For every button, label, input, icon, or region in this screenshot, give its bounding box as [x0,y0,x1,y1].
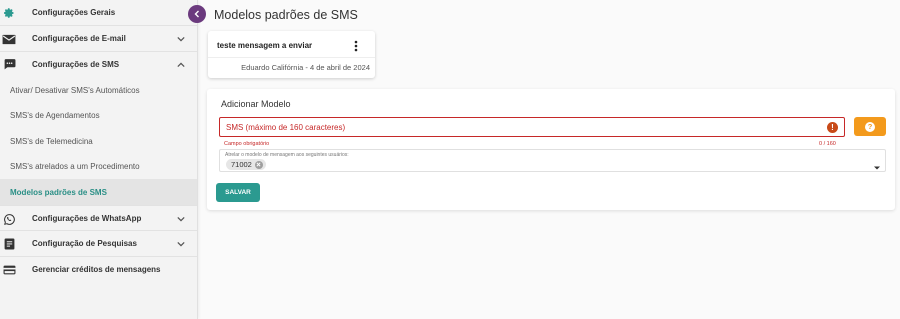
page-title: Modelos padrões de SMS [214,8,358,22]
template-card-title: teste mensagem a enviar [217,41,313,50]
sidebar-item-email[interactable]: Configurações de E-mail [0,26,197,52]
sidebar-subitem-label: Modelos padrões de SMS [10,187,107,197]
template-card-meta: Eduardo Califórnia - 4 de abril de 2024 [241,63,370,72]
sidebar-item-whatsapp[interactable]: Configurações de WhatsApp [0,205,197,231]
sidebar-item-surveys[interactable]: Configuração de Pesquisas [0,231,197,257]
sms-input[interactable]: SMS (máximo de 160 caracteres) ! [219,117,845,137]
sidebar: Configurações Gerais Configurações de E-… [0,0,198,319]
sidebar-subitem-telemedicine-sms[interactable]: SMS's de Telemedicina [0,128,197,154]
sidebar-subitem-scheduling-sms[interactable]: SMS's de Agendamentos [0,102,197,128]
envelope-icon [2,32,16,46]
sidebar-item-label: Gerenciar créditos de mensagens [32,265,161,274]
users-select[interactable]: Atrelar o modelo de mensagem aos seguint… [219,149,886,172]
sidebar-subitem-procedure-sms[interactable]: SMS's atrelados a um Procedimento [0,153,197,179]
chevron-down-icon [177,35,185,43]
question-icon: ? [865,121,875,132]
sidebar-item-label: Configurações Gerais [32,8,116,17]
sidebar-item-message-credits[interactable]: Gerenciar créditos de mensagens [0,257,197,283]
save-button[interactable]: SALVAR [216,183,260,202]
chevron-up-icon [177,61,185,69]
user-chip: 71002 [226,159,266,170]
more-options-icon[interactable] [354,39,358,52]
help-button[interactable]: ? [854,117,886,136]
chevron-down-icon [177,240,185,248]
sidebar-item-label: Configurações de WhatsApp [32,214,142,223]
sidebar-item-label: Configuração de Pesquisas [32,239,137,248]
error-icon: ! [827,122,838,133]
sidebar-subitem-sms-templates[interactable]: Modelos padrões de SMS [0,179,197,205]
panel-title: Adicionar Modelo [221,99,291,109]
sms-icon [2,57,16,71]
sidebar-subitem-label: SMS's de Telemedicina [10,136,93,146]
survey-icon [2,237,16,251]
remove-chip-icon[interactable] [254,160,263,169]
sidebar-item-label: Configurações de SMS [32,60,120,69]
add-template-panel: Adicionar Modelo SMS (máximo de 160 cara… [207,89,895,210]
sidebar-subitem-label: SMS's atrelados a um Procedimento [10,161,140,171]
sidebar-subitem-auto-sms[interactable]: Ativar/ Desativar SMS's Automáticos [0,77,197,103]
field-error-text: Campo obrigatório [224,141,270,147]
credit-card-icon [2,263,16,277]
users-select-label: Atrelar o modelo de mensagem aos seguint… [225,152,349,158]
collapse-sidebar-button[interactable] [188,5,206,23]
dropdown-arrow-icon[interactable] [873,158,881,170]
gear-icon [2,6,16,20]
sms-input-placeholder: SMS (máximo de 160 caracteres) [226,123,346,132]
sidebar-subitem-label: Ativar/ Desativar SMS's Automáticos [10,85,140,95]
sidebar-subitem-label: SMS's de Agendamentos [10,110,100,120]
character-counter: 0 / 160 [819,141,836,147]
user-chip-label: 71002 [231,160,252,169]
chevron-left-icon [194,10,199,18]
sidebar-item-sms[interactable]: Configurações de SMS [0,52,197,77]
card-divider [208,57,375,58]
sidebar-item-general[interactable]: Configurações Gerais [0,0,197,26]
template-card[interactable]: teste mensagem a enviar Eduardo Califórn… [208,31,375,78]
sidebar-item-label: Configurações de E-mail [32,34,126,43]
chevron-down-icon [177,215,185,223]
whatsapp-icon [2,212,16,226]
